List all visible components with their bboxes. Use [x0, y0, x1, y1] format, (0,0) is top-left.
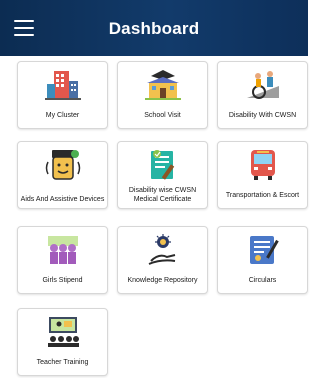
buildings-icon	[45, 71, 81, 100]
tile-label: My Cluster	[45, 111, 80, 119]
teacher-training-icon	[48, 317, 79, 347]
tile-knowledge-repository[interactable]: Knowledge Repository	[117, 226, 208, 294]
tile-label: Teacher Training	[36, 358, 89, 366]
tile-disability-with-cwsn[interactable]: Disability With CWSN	[217, 61, 308, 129]
tile-aids-and-assistive-devices[interactable]: Aids And Assistive Devices	[17, 141, 108, 209]
bus-icon	[251, 150, 275, 180]
tile-girls-stipend[interactable]: Girls Stipend	[17, 226, 108, 294]
tile-school-visit[interactable]: School Visit	[117, 61, 208, 129]
assistive-device-icon	[45, 150, 81, 180]
dashboard-grid: My Cluster School Visit Disability With …	[0, 56, 308, 378]
tile-label: Knowledge Repository	[127, 276, 198, 284]
idea-hand-icon	[148, 234, 176, 265]
tile-label: Transportation & Escort	[225, 191, 300, 199]
girls-group-icon	[48, 236, 78, 264]
wheelchair-ramp-icon	[247, 71, 279, 99]
circular-document-icon	[250, 236, 279, 264]
medical-certificate-icon	[151, 150, 175, 180]
tile-label: Girls Stipend	[42, 276, 83, 284]
tile-label: Aids And Assistive Devices	[20, 195, 105, 203]
school-building-icon	[145, 70, 181, 100]
tile-label: Circulars	[248, 276, 277, 284]
tile-medical-certificate[interactable]: Disability wise CWSN Medical Certificate	[117, 141, 208, 209]
tile-label: School Visit	[144, 111, 181, 119]
tile-circulars[interactable]: Circulars	[217, 226, 308, 294]
app-header: Dashboard	[0, 0, 308, 56]
tile-label: Disability wise CWSN Medical Certificate	[128, 187, 197, 203]
tile-my-cluster[interactable]: My Cluster	[17, 61, 108, 129]
tile-transportation-escort[interactable]: Transportation & Escort	[217, 141, 308, 209]
tile-teacher-training[interactable]: Teacher Training	[17, 308, 108, 376]
tile-label: Disability With CWSN	[228, 111, 297, 119]
page-title: Dashboard	[108, 19, 200, 38]
